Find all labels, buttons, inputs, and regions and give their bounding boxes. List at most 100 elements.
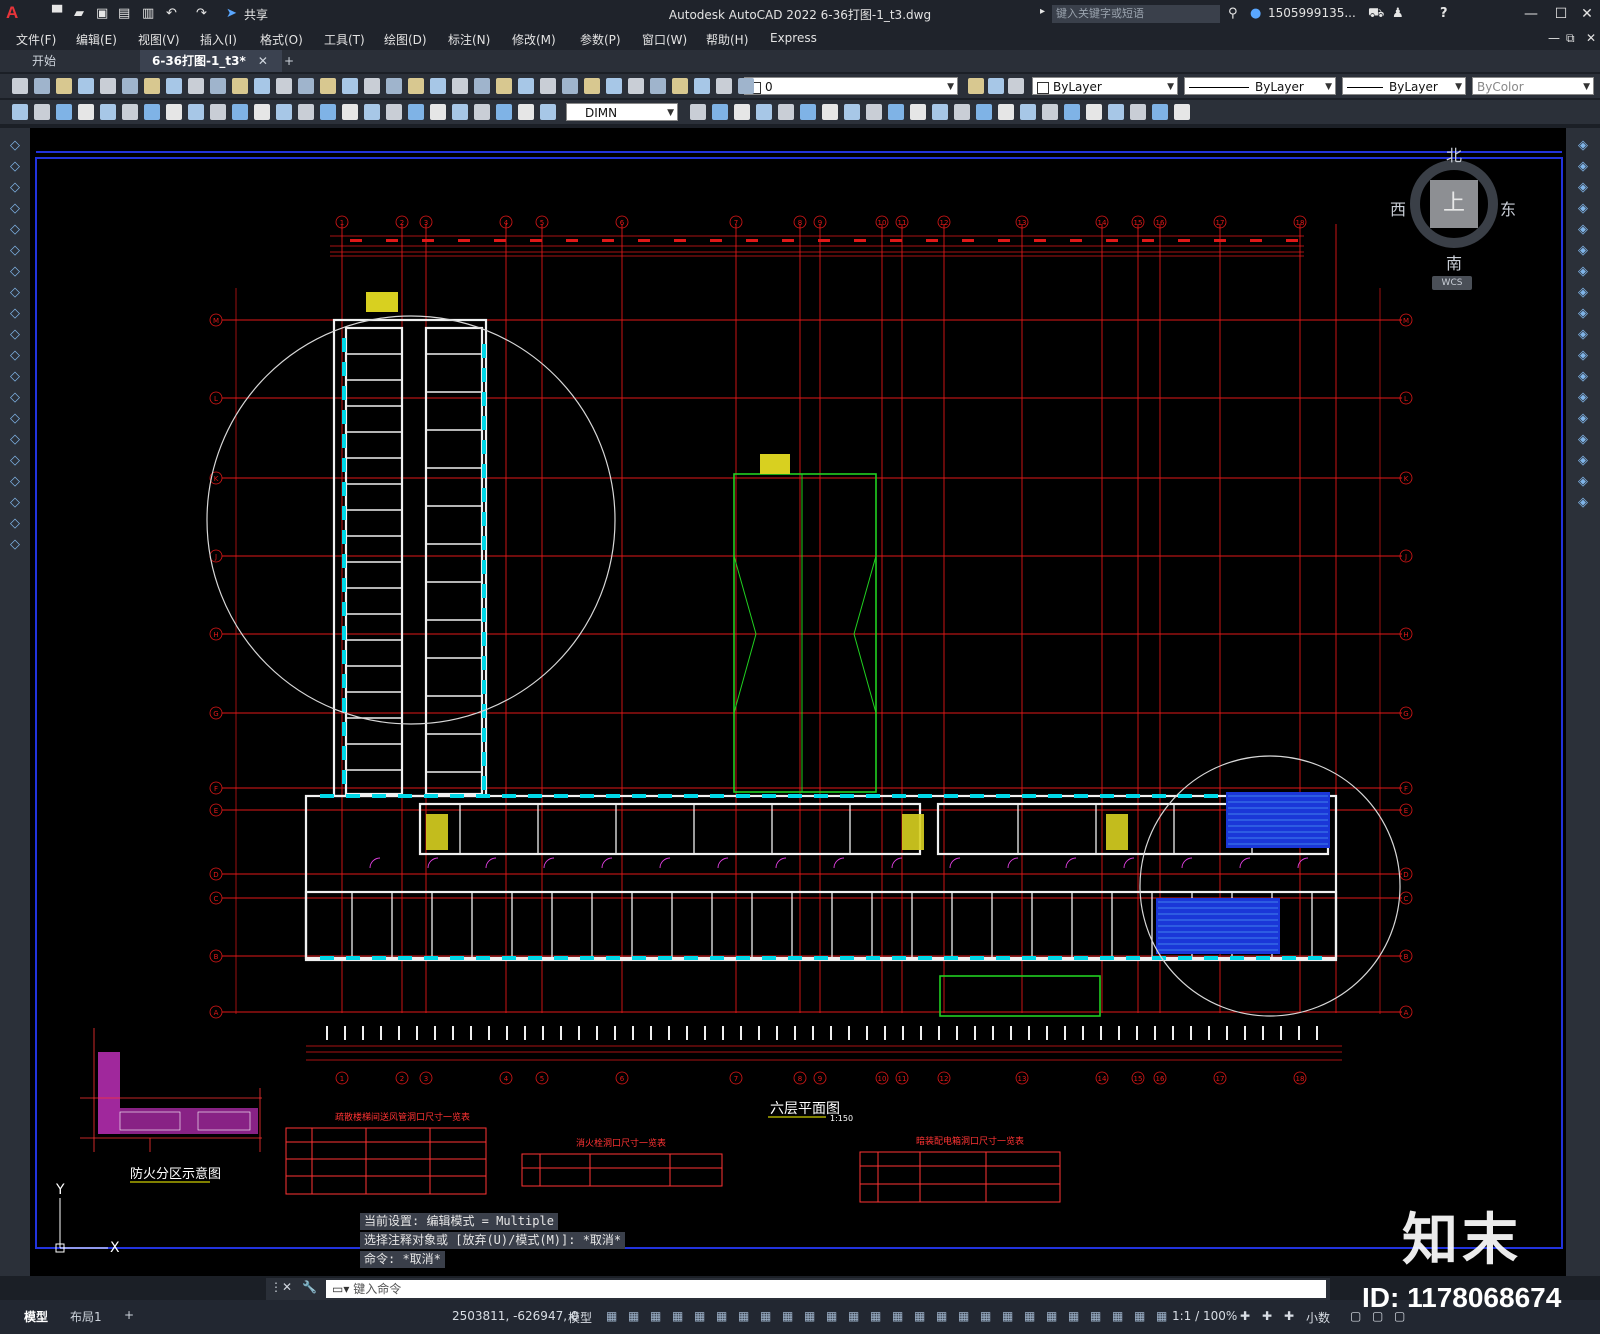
dimension-tool-icon[interactable] [954, 104, 970, 120]
tab-drawing[interactable]: 6-36打图-1_t3* ✕ [140, 50, 282, 72]
standard-tool-icon[interactable] [562, 78, 578, 94]
status-toggle-icon[interactable]: ▦ [738, 1309, 749, 1323]
command-input[interactable]: ▭▾ 键入命令 [326, 1280, 1326, 1298]
user-name[interactable]: 1505999135... [1268, 6, 1356, 20]
help-button[interactable]: ? [1440, 6, 1448, 21]
dimension-tool-icon[interactable] [254, 104, 270, 120]
modify-tool-icon[interactable]: ◈ [1575, 222, 1591, 238]
standard-tool-icon[interactable] [716, 78, 732, 94]
dimension-tool-icon[interactable] [320, 104, 336, 120]
viewcube-west[interactable]: 西 [1390, 196, 1406, 220]
account-icon[interactable]: ♟ [1392, 6, 1404, 21]
draw-tool-icon[interactable]: ◇ [7, 243, 23, 259]
modify-tool-icon[interactable]: ◈ [1575, 159, 1591, 175]
modify-tool-icon[interactable]: ◈ [1575, 411, 1591, 427]
menu-tools[interactable]: 工具(T) [324, 31, 365, 48]
standard-tool-icon[interactable] [56, 78, 72, 94]
status-toggle-icon[interactable]: ▦ [1068, 1309, 1079, 1323]
standard-tool-icon[interactable] [342, 78, 358, 94]
standard-tool-icon[interactable] [122, 78, 138, 94]
standard-tool-icon[interactable] [474, 78, 490, 94]
close-icon[interactable]: ✕ [1574, 3, 1600, 25]
standard-tool-icon[interactable] [650, 78, 666, 94]
dimension-tool-icon[interactable] [342, 104, 358, 120]
status-toggle-icon[interactable]: ▦ [870, 1309, 881, 1323]
dimension-tool-icon[interactable] [734, 104, 750, 120]
dimension-tool-icon[interactable] [822, 104, 838, 120]
draw-tool-icon[interactable]: ◇ [7, 495, 23, 511]
draw-tool-icon[interactable]: ◇ [7, 390, 23, 406]
drawing-canvas[interactable]: 1 1 2 2 3 3 4 4 5 5 6 6 7 7 8 8 9 9 10 10 11 11 12 12 13 13 14 14 15… [30, 128, 1566, 1276]
dimstyle-dropdown[interactable]: DIMN ▼ [566, 103, 678, 121]
viewcube-north[interactable]: 北 [1446, 142, 1462, 166]
lineweight-dropdown[interactable]: ByLayer ▼ [1342, 77, 1466, 95]
modify-tool-icon[interactable]: ◈ [1575, 264, 1591, 280]
status-toggle-icon[interactable]: ▦ [892, 1309, 903, 1323]
modify-tool-icon[interactable]: ◈ [1575, 369, 1591, 385]
draw-tool-icon[interactable]: ◇ [7, 453, 23, 469]
standard-tool-icon[interactable] [232, 78, 248, 94]
dimension-tool-icon[interactable] [1064, 104, 1080, 120]
dimension-tool-icon[interactable] [998, 104, 1014, 120]
add-layout-button[interactable]: + [124, 1308, 134, 1322]
status-toggle-icon[interactable]: ▦ [1156, 1309, 1167, 1323]
tab-start[interactable]: 开始 [20, 50, 68, 72]
annotation-scale[interactable]: 1:1 / 100% [1172, 1309, 1237, 1323]
menu-window[interactable]: 窗口(W) [642, 31, 687, 48]
model-space-button[interactable]: 模型 [568, 1309, 592, 1326]
modify-tool-icon[interactable]: ◈ [1575, 327, 1591, 343]
units-selector[interactable]: 小数 [1306, 1309, 1330, 1326]
dimension-tool-icon[interactable] [298, 104, 314, 120]
standard-tool-icon[interactable] [628, 78, 644, 94]
menu-view[interactable]: 视图(V) [138, 31, 180, 48]
maximize-icon[interactable]: ☐ [1548, 3, 1574, 25]
standard-tool-icon[interactable] [606, 78, 622, 94]
dimension-tool-icon[interactable] [910, 104, 926, 120]
draw-tool-icon[interactable]: ◇ [7, 201, 23, 217]
status-tool-icon[interactable]: ✚ [1262, 1309, 1272, 1323]
menu-insert[interactable]: 插入(I) [200, 31, 237, 48]
status-toggle-icon[interactable]: ▦ [782, 1309, 793, 1323]
dimension-tool-icon[interactable] [430, 104, 446, 120]
draw-tool-icon[interactable]: ◇ [7, 537, 23, 553]
viewcube-east[interactable]: 东 [1500, 196, 1516, 220]
restore-down-icon[interactable]: ⧉ [1566, 31, 1575, 46]
standard-tool-icon[interactable] [188, 78, 204, 94]
standard-tool-icon[interactable] [496, 78, 512, 94]
chevron-right-icon[interactable]: ▸ [1040, 6, 1045, 17]
standard-tool-icon[interactable] [12, 78, 28, 94]
close-command-icon[interactable]: ✕ [282, 1280, 292, 1294]
dimension-tool-icon[interactable] [12, 104, 28, 120]
dimension-tool-icon[interactable] [1152, 104, 1168, 120]
draw-tool-icon[interactable]: ◇ [7, 327, 23, 343]
modify-tool-icon[interactable]: ◈ [1575, 285, 1591, 301]
standard-tool-icon[interactable] [298, 78, 314, 94]
dimension-tool-icon[interactable] [474, 104, 490, 120]
dimension-tool-icon[interactable] [408, 104, 424, 120]
status-toggle-icon[interactable]: ▦ [936, 1309, 947, 1323]
standard-tool-icon[interactable] [672, 78, 688, 94]
status-toggle-icon[interactable]: ▦ [628, 1309, 639, 1323]
standard-tool-icon[interactable] [584, 78, 600, 94]
tab-close-icon[interactable]: ✕ [258, 54, 268, 68]
dimension-tool-icon[interactable] [540, 104, 556, 120]
user-icon[interactable]: ● [1250, 6, 1261, 21]
standard-tool-icon[interactable] [276, 78, 292, 94]
color-dropdown[interactable]: ByLayer ▼ [1032, 77, 1178, 95]
dimension-tool-icon[interactable] [232, 104, 248, 120]
status-toggle-icon[interactable]: ▦ [826, 1309, 837, 1323]
viewcube-top-face[interactable]: 上 [1430, 180, 1478, 228]
modify-tool-icon[interactable]: ◈ [1575, 432, 1591, 448]
standard-tool-icon[interactable] [408, 78, 424, 94]
standard-tool-icon[interactable] [144, 78, 160, 94]
draw-tool-icon[interactable]: ◇ [7, 180, 23, 196]
dimension-tool-icon[interactable] [100, 104, 116, 120]
grip-icon[interactable]: ⋮ [270, 1280, 282, 1294]
status-toggle-icon[interactable]: ▦ [672, 1309, 683, 1323]
search-icon[interactable]: ⚲ [1228, 6, 1238, 21]
modify-tool-icon[interactable]: ◈ [1575, 390, 1591, 406]
dimension-tool-icon[interactable] [188, 104, 204, 120]
modify-tool-icon[interactable]: ◈ [1575, 201, 1591, 217]
standard-tool-icon[interactable] [166, 78, 182, 94]
standard-tool-icon[interactable] [320, 78, 336, 94]
